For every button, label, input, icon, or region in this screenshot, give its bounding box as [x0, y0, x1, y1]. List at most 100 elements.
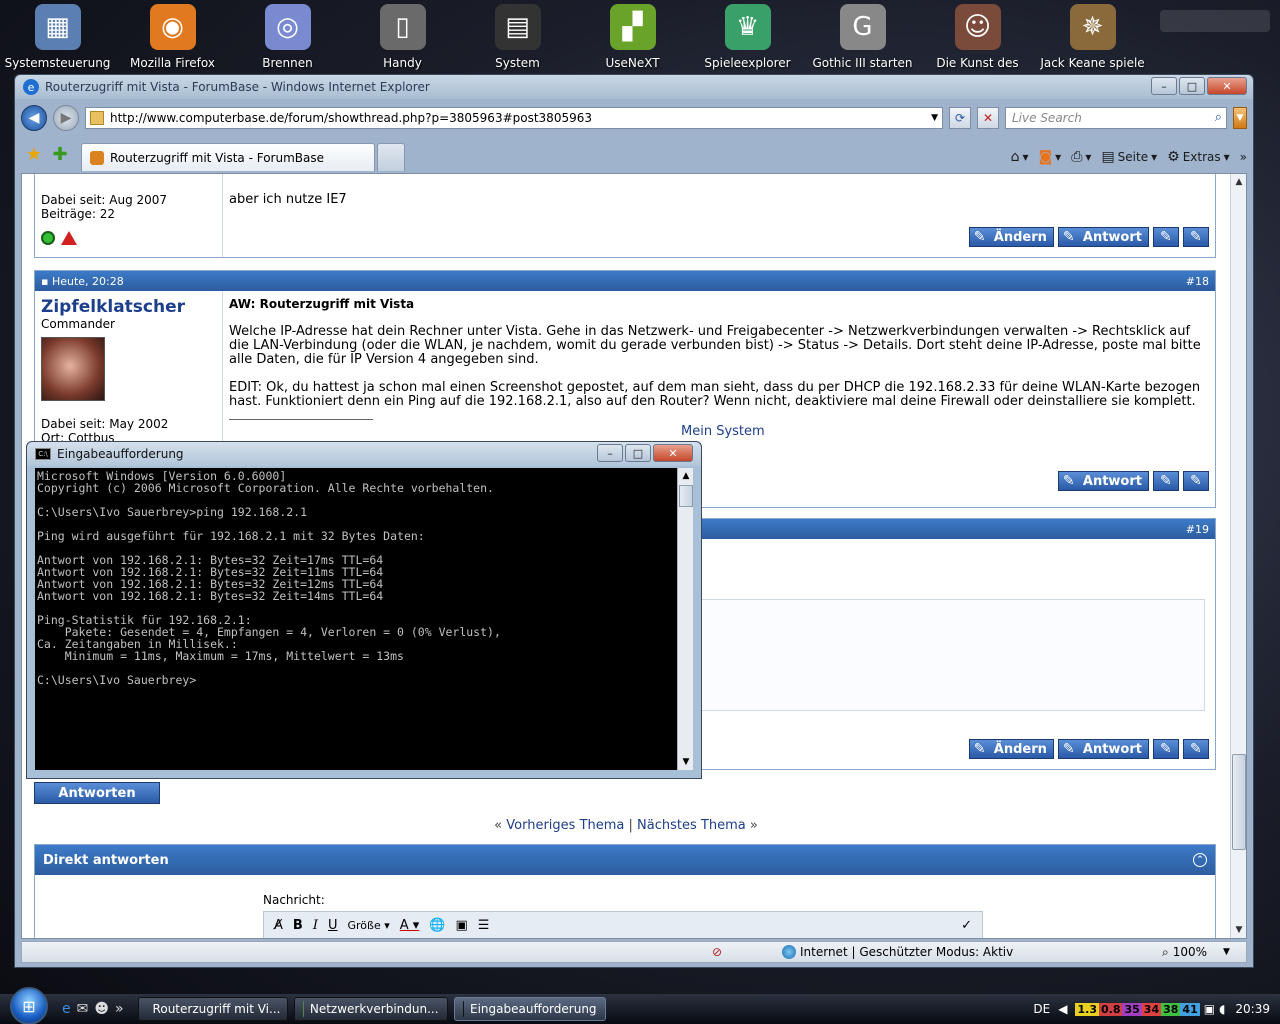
post18-number[interactable]: #18 — [1186, 275, 1209, 288]
post19-edit-button[interactable]: Ändern — [968, 739, 1054, 759]
scroll-thumb[interactable] — [1232, 754, 1246, 850]
chevron-more-icon[interactable]: » — [1240, 150, 1247, 164]
tab-forumbase[interactable]: Routerzugriff mit Vista - ForumBase — [81, 143, 375, 171]
post17-quote-button[interactable] — [1153, 227, 1179, 247]
minimize-button[interactable]: – — [1151, 77, 1177, 95]
post19-quote-button[interactable] — [1153, 739, 1179, 759]
clock[interactable]: 20:39 — [1235, 1002, 1270, 1016]
antworten-button[interactable]: Antworten — [34, 782, 160, 804]
desktop-icon[interactable]: ▦ Systemsteuerung — [0, 0, 115, 74]
language-indicator[interactable]: DE — [1033, 1002, 1050, 1016]
messenger-quicklaunch-icon[interactable]: ☻ — [94, 1001, 109, 1017]
post18-multiquote-button[interactable] — [1183, 471, 1209, 491]
underline-button[interactable]: U — [328, 918, 338, 933]
address-input[interactable]: http://www.computerbase.de/forum/showthr… — [85, 107, 943, 129]
home-button[interactable]: ⌂ ▾ — [1011, 149, 1029, 165]
scroll-up-arrow[interactable]: ▲ — [1231, 174, 1246, 190]
font-size-select[interactable]: Größe ▾ — [347, 919, 389, 932]
sidebar-gadget[interactable] — [1160, 10, 1270, 32]
mail-quicklaunch-icon[interactable]: ✉ — [77, 1001, 89, 1017]
zoom-dropdown-icon[interactable]: ▼ — [1223, 947, 1230, 957]
feeds-button[interactable]: ◙ ▾ — [1039, 149, 1062, 165]
favorites-center-icon[interactable]: ★ — [21, 141, 47, 167]
desktop-icon[interactable]: ▤ System — [460, 0, 575, 74]
post17-reply-button[interactable]: Antwort — [1057, 227, 1149, 247]
post18-reply-button[interactable]: Antwort — [1057, 471, 1149, 491]
refresh-button[interactable]: ⟳ — [949, 107, 971, 129]
collapse-icon[interactable]: ⌃ — [1193, 853, 1207, 867]
tray-expand-icon[interactable]: ◀ — [1058, 1002, 1067, 1016]
cmd-console[interactable]: Microsoft Windows [Version 6.0.6000] Cop… — [35, 468, 693, 770]
signature-link[interactable]: Mein System — [681, 424, 765, 439]
desktop-icon[interactable]: ☺ Die Kunst des — [920, 0, 1035, 74]
desktop-icon[interactable]: ◎ Brennen — [230, 0, 345, 74]
search-icon[interactable]: ⌕ — [1215, 110, 1222, 125]
new-tab-button[interactable] — [377, 143, 405, 171]
cmd-close-button[interactable]: ✕ — [653, 444, 693, 462]
add-favorites-icon[interactable]: ✚ — [47, 141, 73, 167]
security-zone[interactable]: Internet | Geschützter Modus: Aktiv — [782, 945, 1013, 959]
tray-monitor-value[interactable]: 1.3 — [1075, 1002, 1099, 1016]
maximize-button[interactable]: □ — [1179, 77, 1205, 95]
post18-quote-button[interactable] — [1153, 471, 1179, 491]
cmd-scroll-up-arrow[interactable]: ▲ — [678, 468, 694, 484]
cmd-minimize-button[interactable]: – — [597, 444, 623, 462]
taskbar-button[interactable]: Eingabeaufforderung — [453, 997, 606, 1021]
remove-format-icon[interactable]: A̸ — [274, 918, 283, 933]
quote-icon[interactable]: ☰ — [478, 918, 490, 933]
desktop-icon[interactable]: ◉ Mozilla Firefox — [115, 0, 230, 74]
tray-monitor-value[interactable]: 41 — [1180, 1002, 1200, 1016]
post19-multiquote-button[interactable] — [1183, 739, 1209, 759]
post19-reply-button[interactable]: Antwort — [1057, 739, 1149, 759]
report-icon[interactable] — [61, 231, 77, 245]
zoom-control[interactable]: ⌕ 100% ▼ — [1162, 945, 1230, 960]
start-button[interactable]: ⊞ — [10, 987, 48, 1024]
desktop-icon[interactable]: ▞ UseNeXT — [575, 0, 690, 74]
desktop-icon[interactable]: ✵ Jack Keane spiele — [1035, 0, 1150, 74]
previous-thread-link[interactable]: Vorheriges Thema — [506, 818, 624, 833]
print-button[interactable]: ⎙ ▾ — [1071, 149, 1091, 165]
insert-image-icon[interactable]: ▣ — [456, 918, 468, 933]
desktop-icon[interactable]: G Gothic III starten — [805, 0, 920, 74]
address-dropdown-icon[interactable]: ▼ — [931, 113, 938, 123]
page-scrollbar[interactable]: ▲ ▼ — [1230, 174, 1246, 938]
bold-button[interactable]: B — [293, 918, 303, 933]
post18-username[interactable]: Zipfelklatscher — [41, 297, 216, 317]
phishing-filter-icon[interactable]: ⊘ — [712, 945, 722, 959]
cmd-scroll-thumb[interactable] — [679, 485, 693, 507]
quicklaunch-more-icon[interactable]: » — [115, 1001, 124, 1017]
tray-monitor-value[interactable]: 0.8 — [1098, 1002, 1123, 1016]
page-menu[interactable]: ▤ Seite ▾ — [1101, 149, 1157, 165]
cmd-scrollbar[interactable]: ▲ ▼ — [677, 468, 693, 770]
post19-number[interactable]: #19 — [1186, 523, 1209, 536]
tray-monitor-value[interactable]: 34 — [1141, 1002, 1162, 1016]
cmd-scroll-down-arrow[interactable]: ▼ — [678, 754, 694, 770]
close-button[interactable]: ✕ — [1207, 77, 1247, 95]
taskbar-button[interactable]: Routerzugriff mit Vi... — [137, 997, 288, 1021]
post17-edit-button[interactable]: Ändern — [968, 227, 1054, 247]
insert-link-icon[interactable]: 🌐 — [429, 918, 445, 933]
spellcheck-icon[interactable]: ✓ — [961, 918, 972, 933]
back-button[interactable]: ◀ — [21, 105, 47, 131]
taskbar-button[interactable]: Netzwerkverbindun... — [293, 997, 448, 1021]
post17-multiquote-button[interactable] — [1183, 227, 1209, 247]
text-color-button[interactable]: A ▾ — [400, 918, 420, 933]
tray-monitor-value[interactable]: 35 — [1122, 1002, 1142, 1016]
ie-titlebar[interactable]: e Routerzugriff mit Vista - ForumBase - … — [15, 75, 1253, 99]
cmd-maximize-button[interactable]: □ — [625, 444, 651, 462]
volume-icon[interactable]: ◖ — [1219, 1002, 1225, 1016]
search-options-icon[interactable]: ▼ — [1233, 107, 1247, 129]
stop-button[interactable]: ✕ — [977, 107, 999, 129]
address-bar-row: ◀ ▶ http://www.computerbase.de/forum/sho… — [21, 103, 1247, 133]
next-thread-link[interactable]: Nächstes Thema — [637, 818, 746, 833]
ie-quicklaunch-icon[interactable]: e — [62, 1001, 71, 1017]
scroll-down-arrow[interactable]: ▼ — [1231, 922, 1246, 938]
tools-menu[interactable]: ⚙ Extras ▾ — [1167, 149, 1230, 165]
tray-monitor-value[interactable]: 38 — [1161, 1002, 1181, 1016]
forward-button[interactable]: ▶ — [53, 105, 79, 131]
desktop-icon[interactable]: ▯ Handy — [345, 0, 460, 74]
italic-button[interactable]: I — [313, 918, 318, 933]
search-input[interactable]: Live Search ⌕ — [1005, 107, 1227, 129]
desktop-icon[interactable]: ♛ Spieleexplorer — [690, 0, 805, 74]
network-icon[interactable]: ▣ — [1204, 1002, 1215, 1016]
